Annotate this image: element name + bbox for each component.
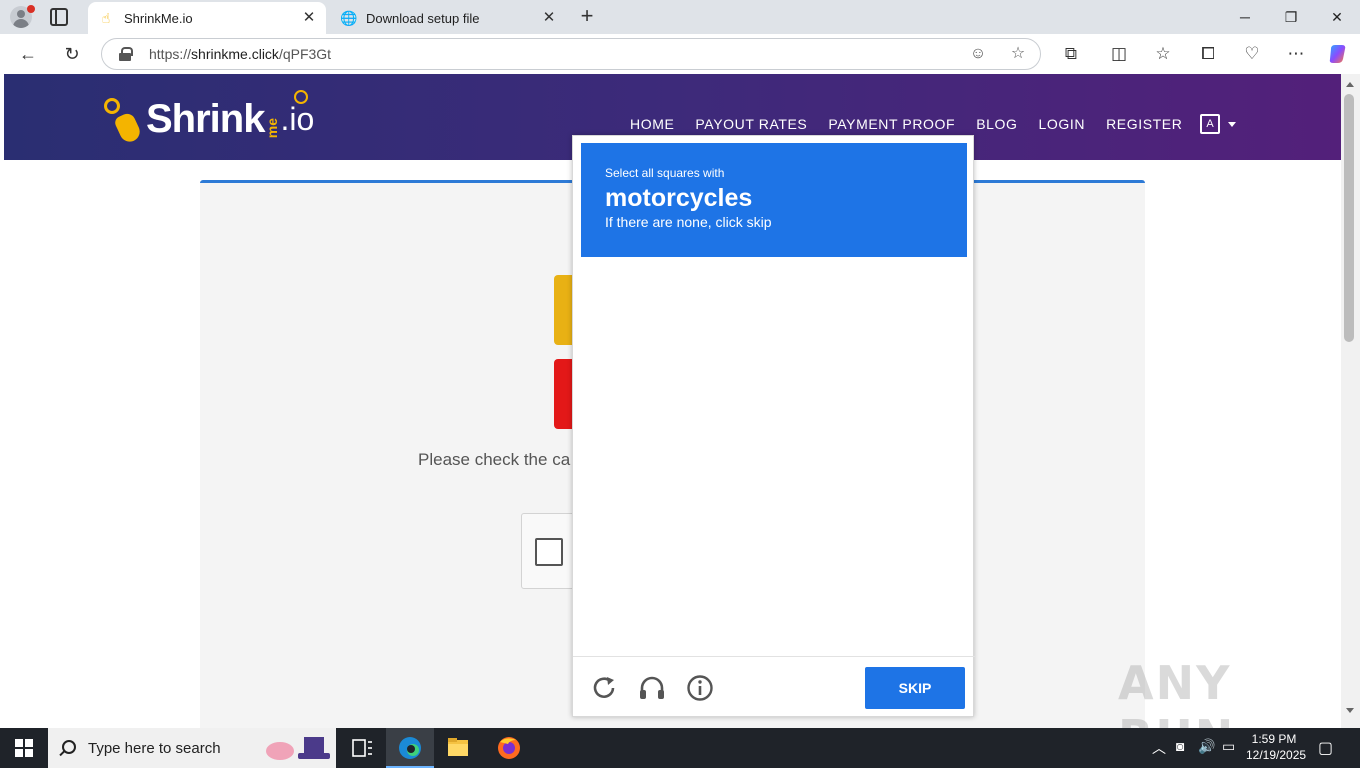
tab-shrinkme[interactable]: ☝ ShrinkMe.io ✕ (88, 2, 326, 34)
split-screen-icon[interactable]: ◫ (1108, 43, 1130, 65)
hand-pointer-icon: ☝ (101, 10, 111, 26)
watermark-text: ANY RUN (1118, 656, 1233, 728)
reading-mode-icon[interactable]: ☺ (968, 44, 988, 64)
globe-icon: 🌐 (340, 10, 358, 26)
menu-blog[interactable]: BLOG (976, 116, 1017, 132)
prompt-hint: If there are none, click skip (605, 214, 772, 230)
grid-cell[interactable] (775, 263, 870, 358)
extensions-icon[interactable]: ⧉ (1060, 43, 1082, 65)
grid-cell[interactable] (872, 554, 967, 649)
grid-cell[interactable] (775, 457, 870, 552)
menu-payout-rates[interactable]: PAYOUT RATES (695, 116, 807, 132)
hand-pointer-icon (104, 96, 144, 145)
back-icon[interactable]: ← (16, 42, 40, 66)
firefox-icon[interactable] (484, 728, 532, 768)
grid-cell[interactable] (581, 360, 676, 455)
menu-home[interactable]: HOME (630, 116, 674, 132)
logo-text: Shrink (146, 97, 265, 141)
tab-title: Download setup file (366, 10, 480, 26)
tray-overflow-icon[interactable]: ︿ (1152, 738, 1166, 758)
close-tab-icon[interactable]: ✕ (540, 9, 558, 27)
address-bar[interactable]: https://shrinkme.click/qPF3Gt ☺ ☆ (101, 38, 1041, 70)
more-menu-icon[interactable]: ⋯ (1285, 43, 1307, 65)
scroll-up-icon[interactable] (1346, 82, 1354, 87)
challenge-prompt: Select all squares with motorcycles If t… (581, 143, 967, 257)
grid-cell[interactable] (872, 360, 967, 455)
grid-cell[interactable] (872, 457, 967, 552)
search-highlight-icon (266, 737, 330, 760)
notifications-icon[interactable]: ▢ (1318, 738, 1333, 758)
tab-download[interactable]: 🌐 Download setup file ✕ (330, 2, 566, 34)
prompt-target: motorcycles (605, 184, 753, 212)
notification-dot (27, 5, 35, 13)
menu-payment-proof[interactable]: PAYMENT PROOF (828, 116, 955, 132)
restore-icon[interactable]: ❐ (1268, 0, 1314, 34)
site-logo[interactable]: Shrink me .io (104, 90, 314, 145)
grid-cell[interactable] (678, 263, 773, 358)
minimize-icon[interactable]: ─ (1222, 0, 1268, 34)
logo-me: me (264, 117, 281, 138)
menu-register[interactable]: REGISTER (1106, 116, 1182, 132)
tab-strip: ☝ ShrinkMe.io ✕ 🌐 Download setup file ✕ … (0, 0, 1360, 34)
system-clock[interactable]: 1:59 PM 12/19/2025 (1246, 731, 1307, 763)
menu-login[interactable]: LOGIN (1039, 116, 1086, 132)
grid-cell[interactable] (581, 554, 676, 649)
search-icon (62, 740, 76, 754)
refresh-icon[interactable]: ↻ (60, 42, 84, 66)
url-text[interactable]: https://shrinkme.click/qPF3Gt (149, 46, 331, 62)
collections-icon[interactable]: ⧠ (1197, 43, 1219, 65)
grid-cell[interactable] (775, 360, 870, 455)
grid-cell[interactable] (581, 263, 676, 358)
file-explorer-icon[interactable] (434, 728, 482, 768)
captcha-challenge: Select all squares with motorcycles If t… (572, 135, 975, 718)
main-menu: HOME PAYOUT RATES PAYMENT PROOF BLOG LOG… (630, 116, 1203, 132)
captcha-checkbox[interactable] (535, 538, 563, 566)
grid-cell[interactable] (581, 457, 676, 552)
clock-date: 12/19/2025 (1246, 748, 1307, 762)
copilot-icon[interactable] (1327, 43, 1349, 65)
grid-cell[interactable] (678, 554, 773, 649)
navigation-bar: ← ↻ https://shrinkme.click/qPF3Gt ☺ ☆ ⧉ … (0, 34, 1360, 74)
tab-actions-icon[interactable] (50, 8, 68, 26)
taskbar-search[interactable]: Type here to search (48, 728, 336, 768)
taskbar: Type here to search ︿ ◙ 🔊 ▭ 1:59 PM 12/1… (0, 728, 1360, 768)
tab-title: ShrinkMe.io (124, 10, 193, 26)
check-captcha-text: Please check the ca (418, 450, 571, 469)
clock-time: 1:59 PM (1251, 732, 1297, 746)
edge-taskbar-icon[interactable] (386, 728, 434, 768)
windows-start-icon[interactable] (15, 739, 33, 757)
volume-icon[interactable]: 🔊 (1198, 738, 1215, 755)
scroll-thumb[interactable] (1344, 94, 1354, 342)
headphones-icon[interactable] (637, 673, 667, 703)
lock-icon[interactable] (118, 47, 133, 61)
grid-cell[interactable] (678, 457, 773, 552)
grid-cell[interactable] (678, 360, 773, 455)
challenge-grid (581, 263, 967, 649)
chevron-down-icon (1228, 122, 1236, 127)
grid-cell[interactable] (775, 554, 870, 649)
network-icon[interactable]: ▭ (1222, 738, 1235, 755)
favorites-icon[interactable]: ☆ (1152, 43, 1174, 65)
grid-cell[interactable] (872, 263, 967, 358)
language-selector[interactable]: A (1200, 114, 1238, 134)
close-window-icon[interactable]: ✕ (1314, 0, 1360, 34)
meet-now-icon[interactable]: ◙ (1176, 738, 1184, 754)
challenge-footer: SKIP (573, 656, 975, 718)
browser-essentials-icon[interactable]: ♡ (1241, 43, 1263, 65)
info-icon[interactable] (685, 673, 715, 703)
task-view-icon[interactable] (338, 728, 386, 768)
skip-button[interactable]: SKIP (865, 667, 965, 709)
logo-bubble-icon (294, 90, 308, 104)
refresh-icon[interactable] (589, 673, 619, 703)
prompt-instruction: Select all squares with (605, 166, 725, 180)
search-placeholder: Type here to search (88, 740, 221, 757)
close-tab-icon[interactable]: ✕ (300, 9, 318, 27)
new-tab-icon[interactable]: + (576, 5, 598, 27)
favorite-star-icon[interactable]: ☆ (1008, 44, 1028, 64)
page-scrollbar[interactable] (1341, 74, 1360, 728)
translate-icon: A (1200, 114, 1220, 134)
scroll-down-icon[interactable] (1346, 708, 1354, 713)
